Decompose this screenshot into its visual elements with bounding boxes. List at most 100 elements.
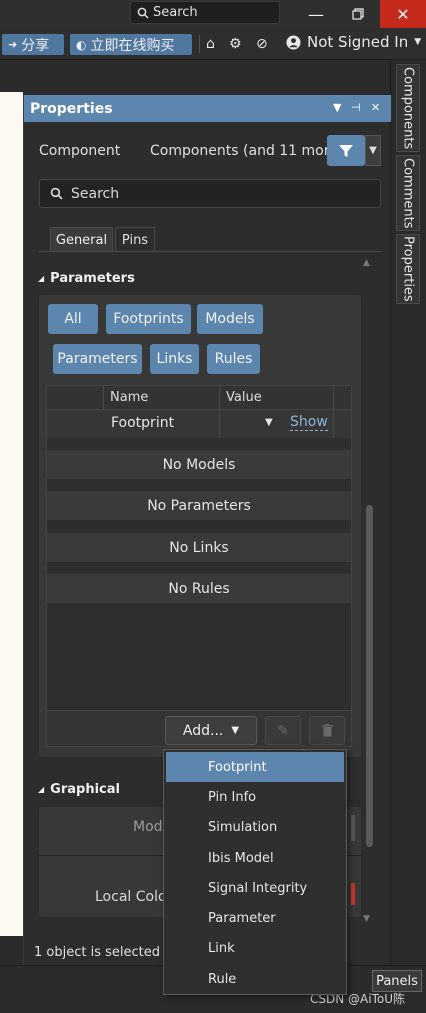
no-models-text: No Models [162,456,236,473]
tab-pins-label: Pins [121,232,149,248]
value-dropdown-icon[interactable]: ▼ [265,417,273,428]
menu-item-ibis-model[interactable]: Ibis Model [166,843,344,873]
filter-footprints-button[interactable]: Footprints [106,304,191,334]
add-label: Add... [182,722,224,739]
color-swatch[interactable] [351,883,355,905]
title-search-box[interactable]: Search [130,1,280,24]
column-name[interactable]: Name [110,390,148,405]
table-footer: Add... ▼ ✎ [47,710,351,746]
menu-item-label: Simulation [208,819,278,835]
menu-item-pin-info[interactable]: Pin Info [166,782,344,812]
column-value[interactable]: Value [226,390,262,405]
menu-item-signal-integrity[interactable]: Signal Integrity [166,873,344,903]
filter-links-label: Links [156,351,193,367]
title-bar: Search — ✕ [0,0,426,28]
collapse-icon: ◢ [38,785,45,794]
parameters-box: All Footprints Models Parameters Links R… [39,295,361,757]
share-button[interactable]: ➜ 分享 [2,34,64,55]
minimize-icon: — [308,4,324,24]
table-row: No Parameters [47,491,351,521]
toolbar: ➜ 分享 ◐ 立即在线购买 ⌂ ⚙ ⊘ Not Signed In ▼ [0,28,426,60]
table-row-footprint[interactable]: Footprint ▼ Show [47,410,351,438]
close-icon: ✕ [396,4,410,24]
menu-item-simulation[interactable]: Simulation [166,812,344,842]
component-value: Components (and 11 more) [150,143,344,159]
tab-components-label: Components [400,66,416,150]
chevron-down-icon: ▼ [369,145,377,156]
tab-general[interactable]: General [50,227,113,252]
footprint-name: Footprint [111,415,175,431]
buy-online-label: 立即在线购买 [90,37,175,54]
show-link[interactable]: Show [290,414,328,431]
tab-properties-label: Properties [400,236,416,302]
table-row: No Models [47,450,351,480]
menu-item-parameter[interactable]: Parameter [166,903,344,933]
menu-item-label: Ibis Model [208,850,274,866]
document-canvas[interactable] [0,92,23,936]
panel-menu-icon[interactable]: ▼ [333,101,341,114]
tab-pins[interactable]: Pins [115,227,155,252]
menu-item-label: Signal Integrity [208,880,308,896]
menu-item-footprint[interactable]: Footprint [166,752,344,782]
filter-models-button[interactable]: Models [197,304,263,334]
no-links-text: No Links [169,539,229,556]
tab-general-label: General [55,232,108,248]
graphical-title: Graphical [50,782,120,797]
parameters-section-header[interactable]: ◢ Parameters [38,271,135,286]
support-icon: ◐ [76,37,87,52]
properties-search-input[interactable]: Search [39,179,381,208]
account-label: Not Signed In [307,33,409,51]
panel-scrollbar[interactable] [366,505,373,847]
panel-title: Properties [30,100,113,117]
scroll-up-icon[interactable]: ▲ [363,258,370,268]
pin-icon[interactable]: ⊣ [351,101,361,114]
add-button[interactable]: Add... ▼ [165,716,257,745]
tab-comments[interactable]: Comments [396,155,420,231]
collapse-icon: ◢ [38,274,45,283]
menu-item-link[interactable]: Link [166,933,344,963]
column-divider [103,386,104,410]
filter-parameters-button[interactable]: Parameters [53,344,142,374]
buy-online-button[interactable]: ◐ 立即在线购买 [70,34,192,55]
menu-item-label: Rule [208,971,237,987]
menu-item-label: Parameter [208,910,276,926]
menu-item-label: Link [208,940,235,956]
edit-button[interactable]: ✎ [265,716,301,745]
close-button[interactable]: ✕ [380,0,426,28]
filter-dropdown-button[interactable]: ▼ [365,135,381,166]
parameters-title: Parameters [50,271,135,286]
scroll-down-icon[interactable]: ▼ [363,914,370,924]
filter-button[interactable] [327,135,365,166]
home-icon[interactable]: ⌂ [206,36,215,52]
mode-select-edge[interactable] [351,815,355,841]
minimize-button[interactable]: — [294,0,338,28]
right-panel-tabs: Components Comments Properties [390,60,426,965]
graphical-section-header[interactable]: ◢ Graphical [38,782,120,797]
delete-button[interactable] [309,716,345,745]
filter-rules-label: Rules [214,351,253,367]
notifications-off-icon[interactable]: ⊘ [256,36,268,52]
gear-icon[interactable]: ⚙ [229,36,242,52]
filter-all-label: All [64,311,82,327]
restore-button[interactable] [336,0,380,28]
selection-status: 1 object is selected [34,945,160,960]
search-icon [50,187,63,200]
panels-label: Panels [376,973,418,989]
filter-links-button[interactable]: Links [150,344,199,374]
menu-item-rule[interactable]: Rule [166,964,344,994]
tab-divider [39,251,381,252]
filter-rules-button[interactable]: Rules [207,344,260,374]
column-divider [219,386,220,410]
funnel-icon [339,144,353,157]
tab-components[interactable]: Components [396,64,420,152]
account-menu[interactable]: Not Signed In ▼ [286,33,421,51]
tab-comments-label: Comments [400,157,416,229]
panels-button[interactable]: Panels [372,970,422,992]
tab-properties[interactable]: Properties [396,234,420,304]
filter-models-label: Models [205,311,255,327]
panel-close-icon[interactable]: ✕ [371,101,380,114]
filter-all-button[interactable]: All [48,304,98,334]
trash-icon [321,724,333,737]
column-divider [333,386,334,410]
no-parameters-text: No Parameters [147,497,251,514]
